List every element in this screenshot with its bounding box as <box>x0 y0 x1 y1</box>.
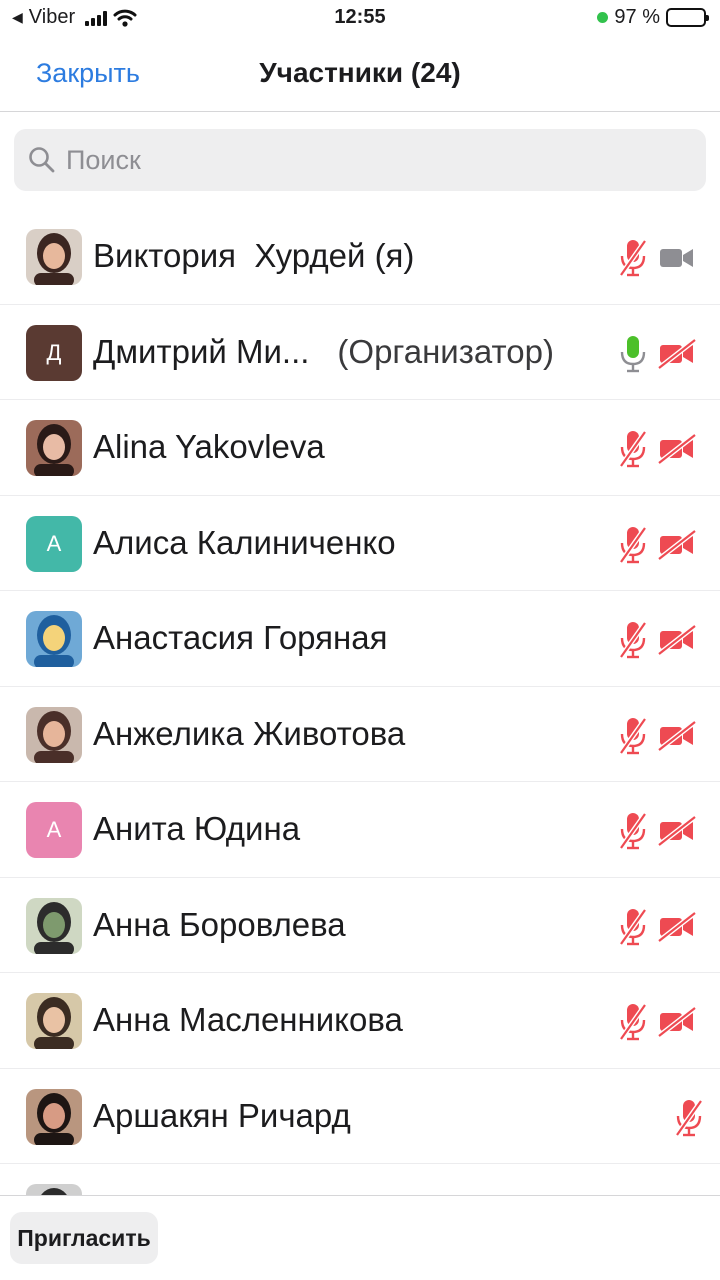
participant-name: Дмитрий Ми... <box>93 332 310 370</box>
avatar <box>26 229 82 285</box>
video-off-icon <box>658 434 696 464</box>
participant-list[interactable]: Виктория Хурдей (я) Д Дмитрий Ми... (Органи… <box>0 209 720 1195</box>
video-off-icon <box>658 338 696 369</box>
avatar-letter: А <box>46 817 62 842</box>
participant-role: (Организатор) <box>337 332 554 370</box>
page-title: Участники (24) <box>259 57 461 88</box>
mic-muted-icon <box>618 716 648 756</box>
participant-name-wrap: Анна Масленникова <box>93 1001 403 1039</box>
mic-muted-icon <box>618 525 648 565</box>
status-right: 97 % <box>597 6 709 29</box>
participant-name: Анастасия Горяная <box>93 619 388 656</box>
battery-percent: 97 % <box>614 6 660 28</box>
mic-muted-icon <box>618 811 648 851</box>
participant-name: Alina Yakovleva <box>93 428 325 465</box>
mic-on-icon <box>618 334 648 374</box>
participant-row[interactable] <box>0 1164 720 1195</box>
avatar-letter: А <box>46 530 62 556</box>
letter-avatar: Д <box>26 324 82 381</box>
mic-muted-icon <box>618 620 648 660</box>
participant-status-icons <box>618 334 696 374</box>
participant-status-icons <box>674 1098 704 1138</box>
participant-row[interactable]: Аршакян Ричард <box>0 1069 720 1164</box>
participant-status-icons <box>618 1002 696 1042</box>
participant-row[interactable]: Анастасия Горяная <box>0 591 720 687</box>
participant-row[interactable]: Анна Боровлева <box>0 878 720 973</box>
letter-avatar: А <box>26 515 82 572</box>
video-on-icon <box>658 243 696 273</box>
avatar <box>26 1088 82 1145</box>
participant-status-icons <box>618 811 696 851</box>
avatar <box>26 420 82 476</box>
participant-name: Анна Боровлева <box>93 905 346 943</box>
participant-status-icons <box>618 525 696 565</box>
video-off-icon <box>658 625 696 655</box>
mic-muted-icon <box>618 429 648 469</box>
participant-row[interactable]: Д Дмитрий Ми... (Организатор) <box>0 305 720 400</box>
participant-name-wrap: Alina Yakovleva <box>93 428 325 466</box>
search-bar[interactable] <box>14 129 706 191</box>
avatar-letter: Д <box>46 339 62 365</box>
mic-muted-icon <box>618 907 648 947</box>
status-bar: ◀ Viber 12:55 97 % <box>0 0 720 36</box>
avatar <box>26 706 82 763</box>
participant-row[interactable]: А Алиса Калиниченко <box>0 496 720 591</box>
participant-row[interactable]: Анжелика Животова <box>0 687 720 782</box>
video-off-icon <box>658 816 696 846</box>
participant-row[interactable]: А Анита Юдина <box>0 782 720 878</box>
bottom-bar: Пригласить <box>0 1195 720 1280</box>
participant-name-wrap: Дмитрий Ми... (Организатор) <box>93 333 554 371</box>
avatar <box>26 897 82 954</box>
participant-row[interactable]: Alina Yakovleva <box>0 400 720 496</box>
participant-status-icons <box>618 620 696 660</box>
video-off-icon <box>658 911 696 942</box>
mic-muted-icon <box>618 1002 648 1042</box>
participant-name: Аршакян Ричард <box>93 1096 351 1134</box>
participant-status-icons <box>618 716 696 756</box>
search-icon <box>29 147 55 173</box>
video-off-icon <box>658 720 696 751</box>
mic-muted-icon <box>674 1098 704 1138</box>
search-input[interactable] <box>66 144 666 176</box>
participant-status-icons <box>618 907 696 947</box>
participant-status-icons <box>618 429 696 469</box>
participant-name-wrap: Анна Боровлева <box>93 906 346 944</box>
participant-row[interactable]: Анна Масленникова <box>0 973 720 1069</box>
avatar <box>26 611 82 667</box>
letter-avatar: А <box>26 802 82 858</box>
participant-name-wrap: Аршакян Ричард <box>93 1097 351 1135</box>
camera-in-use-indicator-icon <box>597 12 609 23</box>
participant-name-wrap: Виктория Хурдей (я) <box>93 237 414 275</box>
participant-name: Алиса Калиниченко <box>93 523 396 561</box>
video-off-icon <box>658 529 696 560</box>
video-off-icon <box>658 1007 696 1037</box>
participant-name-wrap: Алиса Калиниченко <box>93 524 396 562</box>
participant-row[interactable]: Виктория Хурдей (я) <box>0 209 720 305</box>
participant-name: Виктория Хурдей (я) <box>93 237 415 274</box>
battery-icon <box>666 8 709 27</box>
participant-name: Анита Юдина <box>93 810 301 847</box>
participant-status-icons <box>618 238 696 278</box>
avatar <box>26 1184 82 1195</box>
participant-name-wrap: Анжелика Животова <box>93 715 405 753</box>
invite-button[interactable]: Пригласить <box>10 1212 158 1264</box>
participant-name-wrap: Анита Юдина <box>93 810 300 848</box>
mic-muted-icon <box>618 238 648 278</box>
navigation-bar: Закрыть Участники (24) <box>0 36 720 112</box>
participant-name: Анна Масленникова <box>93 1001 403 1038</box>
participant-name: Анжелика Животова <box>93 714 406 752</box>
avatar <box>26 993 82 1049</box>
participant-name-wrap: Анастасия Горяная <box>93 619 387 657</box>
